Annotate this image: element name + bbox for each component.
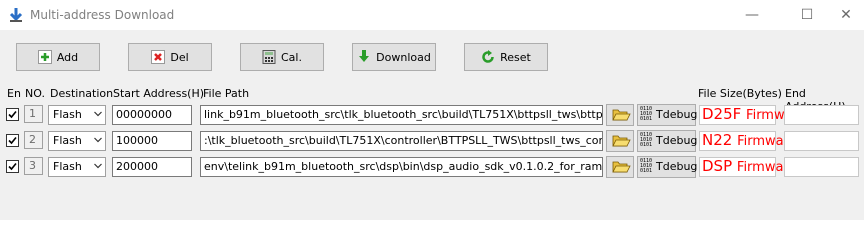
refresh-icon	[482, 50, 494, 63]
firmware-chip: D25F	[702, 105, 742, 123]
folder-open-icon	[612, 135, 631, 147]
enable-checkbox[interactable]	[6, 134, 19, 147]
binary-icon: 0110 1010 0101	[640, 158, 653, 174]
download-button-label: Download	[376, 50, 431, 64]
main-panel: Add Del Cal. Download Reset En NO. Desti…	[0, 30, 864, 220]
delete-icon	[151, 50, 166, 64]
window-title: Multi-address Download	[30, 8, 175, 22]
table-row: 1 Flash 00000000 link_b91m_bluetooth_src…	[0, 102, 864, 126]
end-address-field	[784, 105, 859, 125]
destination-value: Flash	[53, 134, 82, 147]
download-button[interactable]: Download	[352, 43, 436, 71]
firmware-chip: N22	[702, 131, 733, 149]
destination-select[interactable]: Flash	[48, 105, 106, 125]
destination-value: Flash	[53, 108, 82, 121]
reset-button[interactable]: Reset	[464, 43, 548, 71]
header-destination: Destination	[50, 87, 114, 100]
add-icon	[37, 50, 52, 64]
add-button-label: Add	[56, 50, 79, 64]
download-app-icon	[9, 8, 23, 22]
binary-icon: 0110 1010 0101	[640, 106, 653, 122]
browse-button[interactable]	[606, 130, 634, 152]
header-start-address: Start Address(H)	[113, 87, 205, 100]
table-row: 3 Flash 200000 env\telink_b91m_bluetooth…	[0, 154, 864, 178]
table-row: 2 Flash 100000 :\tlk_bluetooth_src\build…	[0, 128, 864, 152]
browse-button[interactable]	[606, 104, 634, 126]
row-number: 2	[24, 131, 43, 149]
cal-button-label: Cal.	[281, 50, 302, 64]
tdebug-label: Tdebug	[656, 160, 698, 173]
destination-value: Flash	[53, 160, 82, 173]
start-address-input[interactable]: 100000	[112, 131, 192, 151]
folder-open-icon	[612, 161, 631, 173]
add-button[interactable]: Add	[16, 43, 100, 71]
cal-button[interactable]: Cal.	[240, 43, 324, 71]
end-address-field	[784, 131, 859, 151]
row-number: 1	[24, 105, 43, 123]
tdebug-button[interactable]: 0110 1010 0101 Tdebug	[637, 104, 698, 126]
checkmark-icon	[8, 162, 17, 171]
del-button[interactable]: Del	[128, 43, 212, 71]
minimize-button[interactable]: —	[742, 5, 762, 25]
header-no: NO.	[25, 87, 45, 100]
download-arrow-icon	[359, 50, 370, 62]
title-bar: Multi-address Download — ☐ ✕	[0, 0, 864, 30]
header-file-path: File Path	[203, 87, 250, 100]
tdebug-button[interactable]: 0110 1010 0101 Tdebug	[637, 130, 698, 152]
start-address-input[interactable]: 00000000	[112, 105, 192, 125]
tdebug-button[interactable]: 0110 1010 0101 Tdebug	[637, 156, 698, 178]
chevron-down-icon	[94, 137, 102, 143]
header-en: En	[7, 87, 21, 100]
calculator-icon	[262, 50, 276, 64]
reset-button-label: Reset	[500, 50, 531, 64]
binary-icon: 0110 1010 0101	[640, 132, 653, 148]
firmware-chip: DSP	[702, 157, 733, 175]
browse-button[interactable]	[606, 156, 634, 178]
file-path-input[interactable]: link_b91m_bluetooth_src\tlk_bluetooth_sr…	[200, 105, 603, 125]
firmware-annotation: N22 Firmware	[702, 128, 797, 154]
del-button-label: Del	[170, 50, 189, 64]
start-address-input[interactable]: 200000	[112, 157, 192, 177]
header-file-size: File Size(Bytes)	[698, 87, 782, 100]
enable-checkbox[interactable]	[6, 160, 19, 173]
row-number: 3	[24, 157, 43, 175]
maximize-button[interactable]: ☐	[797, 5, 817, 25]
enable-checkbox[interactable]	[6, 108, 19, 121]
destination-select[interactable]: Flash	[48, 131, 106, 151]
chevron-down-icon	[94, 163, 102, 169]
chevron-down-icon	[94, 111, 102, 117]
file-path-input[interactable]: env\telink_b91m_bluetooth_src\dsp\bin\ds…	[200, 157, 603, 177]
file-path-input[interactable]: :\tlk_bluetooth_src\build\TL751X\control…	[200, 131, 603, 151]
tdebug-label: Tdebug	[656, 108, 698, 121]
firmware-annotation: DSP Firmware	[702, 154, 797, 180]
checkmark-icon	[8, 136, 17, 145]
checkmark-icon	[8, 110, 17, 119]
end-address-field	[784, 157, 859, 177]
tdebug-label: Tdebug	[656, 134, 698, 147]
close-button[interactable]: ✕	[836, 5, 856, 25]
folder-open-icon	[612, 109, 631, 121]
destination-select[interactable]: Flash	[48, 157, 106, 177]
